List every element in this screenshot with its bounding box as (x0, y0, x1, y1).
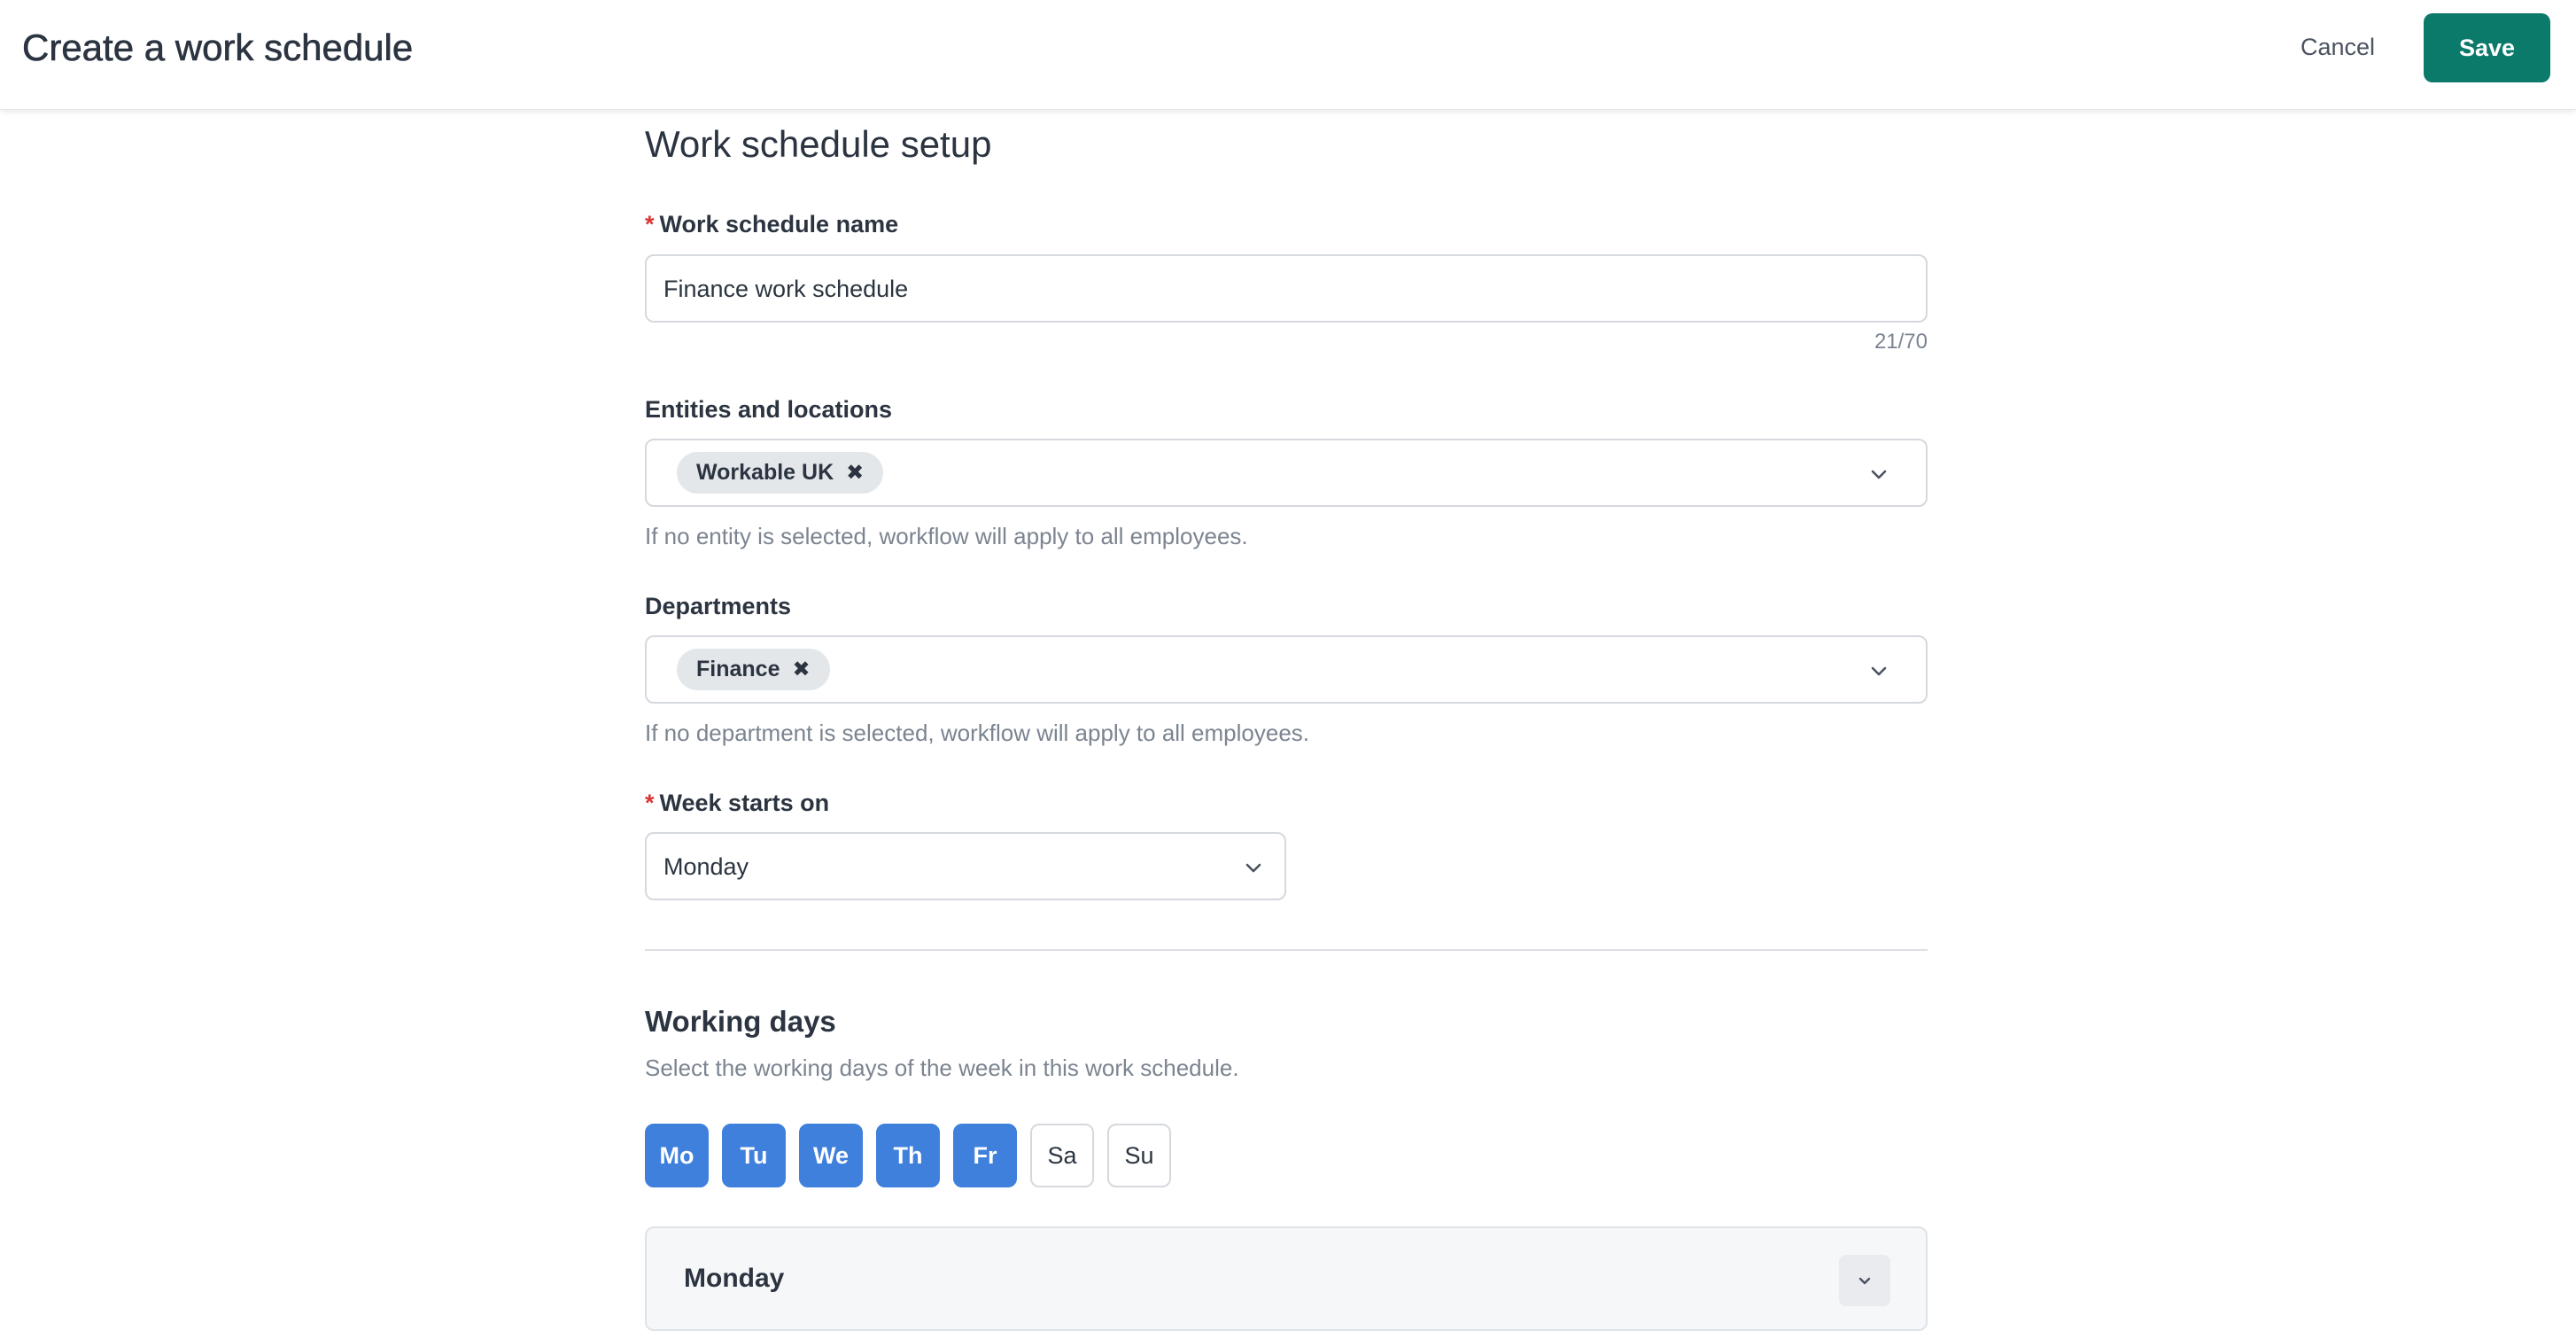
day-toggle-su[interactable]: Su (1107, 1124, 1171, 1187)
entities-select[interactable]: Workable UK ✖ (645, 439, 1928, 507)
entity-chip: Workable UK ✖ (677, 452, 884, 494)
department-chip-label: Finance (696, 657, 780, 681)
day-toggle-we[interactable]: We (799, 1124, 863, 1187)
week-start-label-text: Week starts on (659, 790, 830, 816)
schedule-name-value: Finance work schedule (663, 276, 909, 302)
page-title: Create a work schedule (22, 27, 414, 69)
accordion-toggle-button[interactable] (1839, 1255, 1890, 1306)
accordion-title: Monday (684, 1264, 785, 1293)
day-toggle-mo[interactable]: Mo (645, 1124, 709, 1187)
working-days-subtitle: Select the working days of the week in t… (645, 1055, 1239, 1081)
entities-label: Entities and locations (645, 396, 893, 423)
week-start-value: Monday (663, 853, 749, 880)
day-toggle-fr[interactable]: Fr (953, 1124, 1017, 1187)
day-toggle-th[interactable]: Th (876, 1124, 940, 1187)
chevron-down-icon[interactable] (1244, 858, 1263, 877)
week-start-label: * Week starts on (645, 790, 829, 817)
week-start-select[interactable]: Monday (645, 832, 1286, 900)
chevron-down-icon[interactable] (1869, 661, 1889, 681)
working-days-title: Working days (645, 1005, 836, 1038)
day-picker: Mo Tu We Th Fr Sa Su (645, 1124, 1171, 1187)
section-title: Work schedule setup (645, 123, 992, 165)
remove-chip-icon[interactable]: ✖ (846, 462, 864, 484)
schedule-name-label: * Work schedule name (645, 211, 898, 238)
section-divider (645, 949, 1928, 951)
remove-chip-icon[interactable]: ✖ (792, 658, 810, 681)
departments-hint: If no department is selected, workflow w… (645, 720, 1310, 746)
department-chip: Finance ✖ (677, 649, 830, 690)
schedule-name-label-text: Work schedule name (659, 211, 899, 237)
save-button[interactable]: Save (2424, 13, 2550, 82)
required-marker: * (645, 790, 655, 816)
departments-label: Departments (645, 593, 792, 619)
chevron-down-icon (1858, 1277, 1871, 1285)
departments-select[interactable]: Finance ✖ (645, 635, 1928, 704)
required-marker: * (645, 211, 655, 237)
cancel-button[interactable]: Cancel (2301, 34, 2375, 61)
monday-accordion[interactable]: Monday (645, 1226, 1928, 1331)
character-counter: 21/70 (1874, 330, 1928, 354)
page-header: Create a work schedule Cancel Save (0, 0, 2576, 110)
schedule-name-input[interactable]: Finance work schedule (645, 254, 1928, 323)
day-toggle-tu[interactable]: Tu (722, 1124, 786, 1187)
entities-hint: If no entity is selected, workflow will … (645, 523, 1248, 549)
day-toggle-sa[interactable]: Sa (1030, 1124, 1094, 1187)
entity-chip-label: Workable UK (696, 460, 834, 485)
chevron-down-icon[interactable] (1869, 464, 1889, 484)
